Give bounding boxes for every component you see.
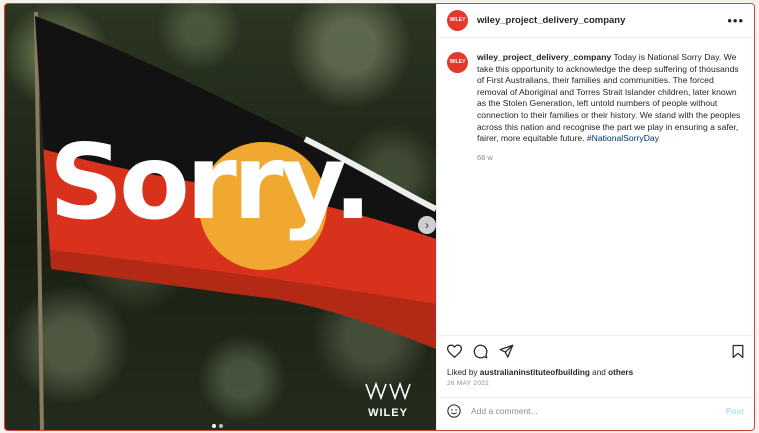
caption-timestamp[interactable]: 68 w [477, 153, 742, 162]
post-image[interactable]: Sorry. WILEY › [5, 4, 436, 430]
action-bar [437, 335, 754, 366]
post-comment-button[interactable]: Post [726, 406, 744, 416]
wiley-wordmark: WILEY [368, 407, 408, 419]
ellipsis-icon[interactable]: ••• [727, 13, 744, 28]
chevron-right-icon: › [425, 218, 429, 232]
avatar-label: WILEY [449, 17, 466, 23]
liked-by-prefix: Liked by [447, 368, 478, 377]
carousel-dot [219, 424, 223, 428]
header-username[interactable]: wiley_project_delivery_company [477, 15, 625, 26]
post-panel: WILEY wiley_project_delivery_company •••… [436, 4, 754, 430]
post-date: 26 MAY 2022 [447, 380, 490, 387]
caption-username[interactable]: wiley_project_delivery_company [477, 52, 611, 62]
hashtag-link[interactable]: #NationalSorryDay [587, 133, 659, 143]
bookmark-icon[interactable] [732, 344, 744, 359]
liked-by-user[interactable]: australianinstituteofbuilding [480, 368, 590, 377]
heart-icon[interactable] [447, 344, 462, 358]
caption-section: WILEY wiley_project_delivery_company Tod… [437, 38, 754, 335]
liked-others-link[interactable]: others [608, 368, 633, 377]
comment-input[interactable] [469, 405, 718, 417]
comment-icon[interactable] [473, 344, 488, 359]
next-image-button[interactable]: › [418, 216, 436, 234]
emoji-icon[interactable] [447, 404, 461, 418]
headline-text: Sorry. [49, 123, 372, 243]
caption-content: Today is National Sorry Day. We take thi… [477, 52, 741, 144]
caption-row: WILEY wiley_project_delivery_company Tod… [447, 52, 744, 162]
liked-by-and: and [592, 368, 606, 377]
avatar[interactable]: WILEY [447, 52, 468, 73]
wiley-mark-icon [365, 381, 411, 401]
carousel-dot [212, 424, 216, 428]
wiley-logo: WILEY [361, 381, 415, 419]
add-comment-bar: Post [437, 397, 754, 424]
share-icon[interactable] [499, 344, 514, 359]
post-header: WILEY wiley_project_delivery_company ••• [437, 4, 754, 38]
avatar[interactable]: WILEY [447, 10, 468, 31]
avatar-label: WILEY [449, 59, 466, 65]
carousel-indicator [212, 424, 223, 428]
post-frame: Sorry. WILEY › WILEY wiley_project_deliv… [4, 3, 755, 431]
likes-summary: Liked by australianinstituteofbuilding a… [437, 366, 754, 377]
caption-text: wiley_project_delivery_company Today is … [477, 52, 742, 145]
caption-body: wiley_project_delivery_company Today is … [477, 52, 742, 162]
